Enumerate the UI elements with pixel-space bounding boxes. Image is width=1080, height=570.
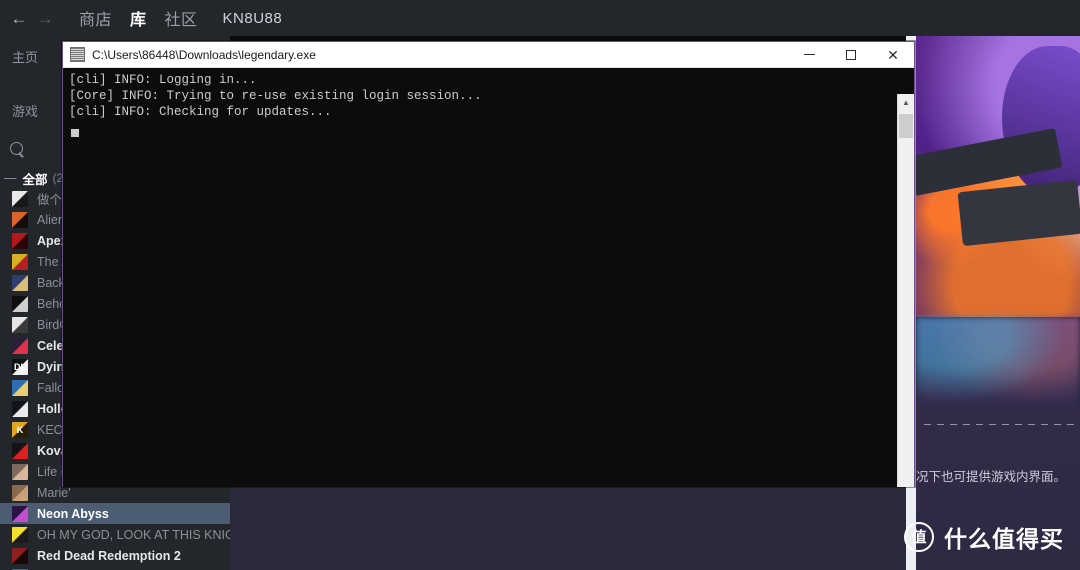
console-title-text: C:\Users\86448\Downloads\legendary.exe (92, 47, 316, 62)
group-label: 全部 (22, 172, 48, 187)
list-item[interactable]: Red Dead Redemption 2 (0, 545, 230, 566)
game-icon-neon-abyss (12, 505, 28, 522)
artwork-divider-dashed (924, 424, 1080, 425)
watermark-badge-icon: 值 (904, 522, 934, 552)
console-window[interactable]: C:\Users\86448\Downloads\legendary.exe ✕… (62, 41, 915, 487)
game-art-panel: 况下也可提供游戏内界面。 (916, 36, 1080, 570)
list-item-label: Neon Abyss (37, 506, 109, 521)
list-item[interactable]: Neon Abyss (0, 503, 230, 524)
watermark-text: 什么值得买 (944, 526, 1064, 552)
game-icon-birdgut (12, 316, 28, 333)
scroll-up-arrow-icon[interactable]: ▲ (898, 94, 914, 111)
screen-root: ← → 商店 库 社区 KN8U88 主页 游戏 — 全部 (20/2 做个好A… (0, 0, 1080, 570)
game-icon-backbone (12, 274, 28, 291)
watermark: 值 什么值得买 (904, 520, 1064, 554)
nav-community[interactable]: 社区 (156, 0, 207, 36)
arrow-left-icon[interactable]: ← (6, 0, 32, 36)
maximize-icon[interactable] (830, 42, 872, 68)
game-icon-the-a (12, 253, 28, 270)
collapse-icon[interactable]: — (4, 171, 17, 185)
artwork-blurred-band (916, 317, 1080, 412)
arrow-right-icon[interactable]: → (32, 0, 58, 36)
list-item[interactable]: OH MY GOD, LOOK AT THIS KNIGHT (0, 524, 230, 545)
nav-username[interactable]: KN8U88 (214, 0, 292, 36)
game-icon-knight (12, 526, 28, 543)
console-line: [Core] INFO: Trying to re-use existing l… (69, 88, 482, 103)
console-output-area[interactable]: [cli] INFO: Logging in... [Core] INFO: Tr… (63, 68, 914, 487)
nav-library[interactable]: 库 (121, 0, 156, 36)
game-icon-maries (12, 484, 28, 501)
console-scrollbar-thumb[interactable] (899, 114, 913, 138)
artwork-weapon-shape-2 (957, 179, 1080, 247)
minimize-icon[interactable] (788, 42, 830, 68)
list-item[interactable]: D2SteamWorld Dig 2 (0, 566, 230, 570)
list-item-label: OH MY GOD, LOOK AT THIS KNIGHT (37, 527, 230, 542)
nav-store[interactable]: 商店 (70, 0, 121, 36)
top-navigation-bar: ← → 商店 库 社区 KN8U88 (0, 0, 1080, 36)
game-icon-beholder (12, 295, 28, 312)
game-icon-keo: K (12, 421, 28, 438)
window-controls: ✕ (788, 42, 914, 68)
game-icon-dying-light: DL (12, 358, 28, 375)
game-icon-rdr2 (12, 547, 28, 564)
list-item-label: Alien (37, 212, 65, 227)
list-item-label: KEO (37, 422, 64, 437)
list-item-label: Red Dead Redemption 2 (37, 548, 181, 563)
console-title-bar[interactable]: C:\Users\86448\Downloads\legendary.exe ✕ (63, 42, 914, 68)
console-line: [cli] INFO: Logging in... (69, 73, 257, 87)
art-panel-caption: 况下也可提供游戏内界面。 (916, 470, 1067, 484)
game-icon-apex (12, 232, 28, 249)
game-icon-alien (12, 211, 28, 228)
console-cursor (71, 129, 79, 138)
close-icon[interactable]: ✕ (872, 42, 914, 68)
list-item-label: Marie' (37, 485, 71, 500)
sidebar-item-label: 游戏 (12, 103, 39, 119)
game-icon-life-is-strange (12, 463, 28, 480)
game-icon-hollow-knight (12, 400, 28, 417)
console-line: [cli] INFO: Checking for updates... (69, 104, 332, 119)
game-hero-artwork (916, 36, 1080, 317)
game-icon-fallout (12, 379, 28, 396)
game-icon-celeste (12, 337, 28, 354)
game-icon-kovaak (12, 442, 28, 459)
search-icon (10, 141, 25, 157)
detail-lower-band (230, 486, 906, 570)
console-scrollbar[interactable]: ▲ ▼ (897, 94, 914, 487)
sidebar-item-label: 主页 (12, 49, 39, 65)
game-icon-haoren (12, 190, 28, 207)
console-app-icon (70, 47, 85, 62)
